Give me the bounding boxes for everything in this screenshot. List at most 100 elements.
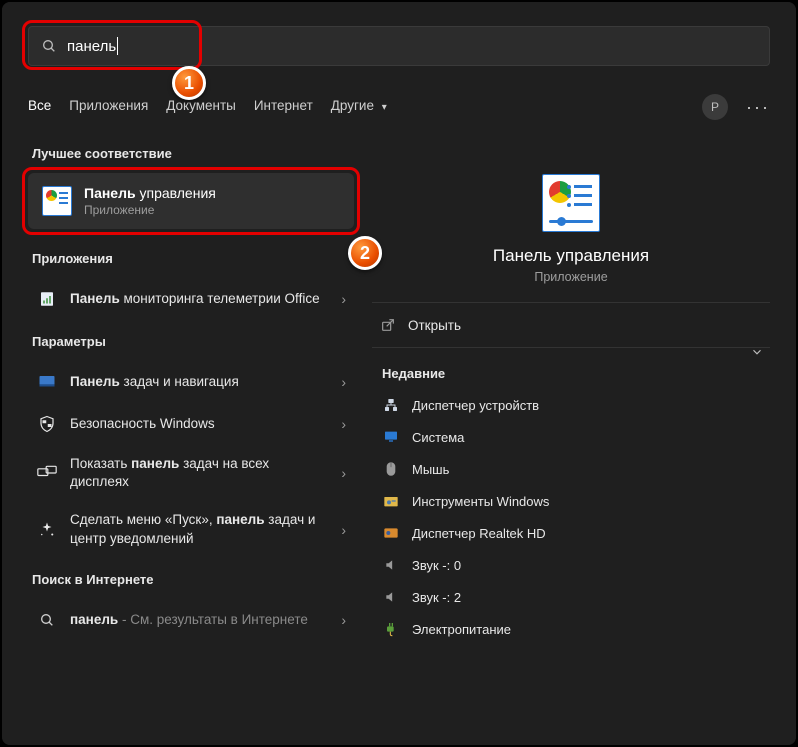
- realtek-icon: [382, 524, 400, 542]
- annotation-badge-1: 1: [172, 66, 206, 100]
- search-icon: [41, 38, 57, 54]
- result-setting-windows-security[interactable]: Безопасность Windows ›: [28, 403, 354, 445]
- result-label: Панель мониторинга телеметрии Office: [70, 290, 329, 308]
- speaker-icon: [382, 588, 400, 606]
- recent-power-options[interactable]: Электропитание: [372, 613, 770, 645]
- result-setting-taskbar-navigation[interactable]: Панель задач и навигация ›: [28, 361, 354, 403]
- apps-heading: Приложения: [32, 251, 354, 266]
- tabs-right: P ···: [702, 94, 770, 120]
- best-match-title-rest: управления: [136, 185, 216, 201]
- chevron-right-icon: ›: [341, 465, 346, 481]
- inner-panel: панель 1 Все Приложения Документы Интерн…: [2, 2, 796, 745]
- monitor-icon: [382, 428, 400, 446]
- badge-2-label: 2: [360, 243, 370, 264]
- recent-label: Система: [412, 430, 464, 445]
- detail-subtitle: Приложение: [534, 270, 607, 284]
- chevron-right-icon: ›: [341, 291, 346, 307]
- recent-label: Электропитание: [412, 622, 511, 637]
- tab-apps[interactable]: Приложения: [69, 98, 148, 117]
- result-app-office-telemetry[interactable]: Панель мониторинга телеметрии Office ›: [28, 278, 354, 320]
- recent-sound-0[interactable]: Звук -: 0: [372, 549, 770, 581]
- control-panel-icon-large: [542, 174, 600, 232]
- result-web-search[interactable]: панель - См. результаты в Интернете ›: [28, 599, 354, 641]
- chevron-right-icon: ›: [341, 612, 346, 628]
- best-match-result[interactable]: Панель управления Приложение: [28, 173, 354, 229]
- tab-web[interactable]: Интернет: [254, 98, 313, 117]
- mouse-icon: [382, 460, 400, 478]
- annotation-badge-2: 2: [348, 236, 382, 270]
- sparkle-icon: [36, 519, 58, 541]
- hl: панель: [216, 512, 264, 527]
- hl: Панель: [70, 374, 120, 389]
- search-wrap: панель: [28, 26, 770, 66]
- recent-sound-2[interactable]: Звук -: 2: [372, 581, 770, 613]
- open-label: Открыть: [408, 318, 461, 333]
- badge-1-label: 1: [184, 73, 194, 94]
- expand-chevron-icon[interactable]: [750, 345, 764, 359]
- best-match-title-bold: Панель: [84, 185, 136, 201]
- search-icon: [36, 609, 58, 631]
- best-match-subtitle: Приложение: [84, 203, 216, 217]
- result-setting-start-taskbar-action-center[interactable]: Сделать меню «Пуск», панель задач и цент…: [28, 501, 354, 557]
- recent-device-manager[interactable]: Диспетчер устройств: [372, 389, 770, 421]
- user-avatar[interactable]: P: [702, 94, 728, 120]
- start-menu-search-window: панель 1 Все Приложения Документы Интерн…: [0, 0, 798, 747]
- chevron-right-icon: ›: [341, 416, 346, 432]
- search-query-text: панель: [67, 38, 116, 55]
- recent-system[interactable]: Система: [372, 421, 770, 453]
- filter-tabs: Все Приложения Документы Интернет Другие…: [28, 94, 770, 120]
- chevron-right-icon: ›: [341, 522, 346, 538]
- p1: Сделать меню «Пуск»,: [70, 512, 216, 527]
- result-label: Показать панель задач на всех дисплеях: [70, 455, 329, 491]
- detail-panel: Панель управления Приложение Открыть Нед…: [372, 146, 770, 645]
- chevron-down-icon: ▾: [382, 102, 387, 113]
- tab-other[interactable]: Другие ▾: [331, 98, 387, 117]
- detail-hero: Панель управления Приложение: [372, 146, 770, 302]
- recent-heading: Недавние: [382, 366, 770, 381]
- open-action[interactable]: Открыть: [372, 302, 770, 348]
- tab-documents[interactable]: Документы: [166, 98, 236, 117]
- recent-label: Диспетчер устройств: [412, 398, 539, 413]
- tab-all[interactable]: Все: [28, 98, 51, 117]
- more-options-button[interactable]: ···: [746, 97, 770, 118]
- recent-label: Звук -: 2: [412, 590, 461, 605]
- recent-label: Мышь: [412, 462, 449, 477]
- recent-label: Звук -: 0: [412, 558, 461, 573]
- tab-other-label: Другие: [331, 98, 374, 113]
- recent-label: Инструменты Windows: [412, 494, 549, 509]
- chevron-right-icon: ›: [341, 374, 346, 390]
- text-caret: [117, 37, 118, 55]
- recent-mouse[interactable]: Мышь: [372, 453, 770, 485]
- result-label: панель - См. результаты в Интернете: [70, 611, 329, 629]
- results-column: Лучшее соответствие Панель управления Пр…: [28, 146, 354, 645]
- settings-heading: Параметры: [32, 334, 354, 349]
- best-match-wrap: Панель управления Приложение: [28, 173, 354, 229]
- control-panel-icon: [42, 186, 72, 216]
- best-match-heading: Лучшее соответствие: [32, 146, 354, 161]
- content-columns: Лучшее соответствие Панель управления Пр…: [28, 146, 770, 645]
- rest: задач и навигация: [120, 374, 239, 389]
- web-heading: Поиск в Интернете: [32, 572, 354, 587]
- result-setting-show-taskbar-all-displays[interactable]: Показать панель задач на всех дисплеях ›: [28, 445, 354, 501]
- recent-windows-tools[interactable]: Инструменты Windows: [372, 485, 770, 517]
- hl: Панель: [70, 291, 120, 306]
- open-external-icon: [380, 317, 396, 333]
- result-label: Сделать меню «Пуск», панель задач и цент…: [70, 511, 329, 547]
- power-plug-icon: [382, 620, 400, 638]
- result-label: Безопасность Windows: [70, 415, 329, 433]
- search-input[interactable]: панель: [28, 26, 770, 66]
- shield-icon: [36, 413, 58, 435]
- recent-realtek-hd[interactable]: Диспетчер Realtek HD: [372, 517, 770, 549]
- rest: мониторинга телеметрии Office: [120, 291, 320, 306]
- rest: - См. результаты в Интернете: [118, 612, 308, 627]
- best-match-title: Панель управления: [84, 185, 216, 201]
- recent-label: Диспетчер Realtek HD: [412, 526, 546, 541]
- result-label: Панель задач и навигация: [70, 373, 329, 391]
- speaker-icon: [382, 556, 400, 574]
- device-manager-icon: [382, 396, 400, 414]
- taskbar-icon: [36, 371, 58, 393]
- displays-icon: [36, 462, 58, 484]
- tools-folder-icon: [382, 492, 400, 510]
- best-match-text: Панель управления Приложение: [84, 185, 216, 217]
- document-chart-icon: [36, 288, 58, 310]
